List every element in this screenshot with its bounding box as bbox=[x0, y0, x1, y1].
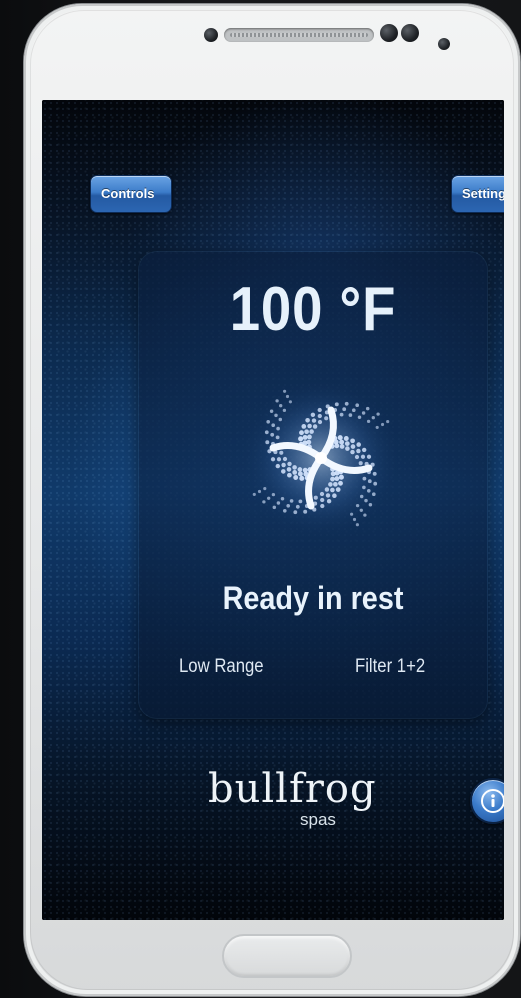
status-panel: 100 °F Ready in rest Low Range Filter 1+… bbox=[139, 252, 487, 718]
earpiece-speaker bbox=[224, 28, 374, 42]
stage: Controls Settings 100 °F bbox=[0, 0, 521, 998]
bullfrog-logo: bullfrog spas bbox=[208, 766, 398, 836]
home-button[interactable] bbox=[222, 934, 352, 978]
temperature-readout: 100 °F bbox=[229, 275, 397, 344]
logo-subtitle: spas bbox=[300, 810, 336, 829]
info-icon bbox=[481, 789, 504, 813]
spa-jets-swirl-icon bbox=[241, 378, 401, 538]
range-label: Low Range bbox=[179, 656, 264, 677]
status-text: Ready in rest bbox=[222, 580, 404, 616]
proximity-sensor-icon bbox=[380, 24, 398, 42]
settings-button[interactable]: Settings bbox=[451, 175, 504, 213]
app-screen: Controls Settings 100 °F bbox=[42, 100, 504, 920]
phone-frame: Controls Settings 100 °F bbox=[24, 4, 520, 996]
controls-button[interactable]: Controls bbox=[90, 175, 172, 213]
camera-lens-icon bbox=[438, 38, 450, 50]
front-camera-icon bbox=[204, 28, 218, 42]
logo-wordmark: bullfrog bbox=[208, 766, 377, 812]
filter-label: Filter 1+2 bbox=[355, 656, 426, 677]
light-sensor-icon bbox=[401, 24, 419, 42]
